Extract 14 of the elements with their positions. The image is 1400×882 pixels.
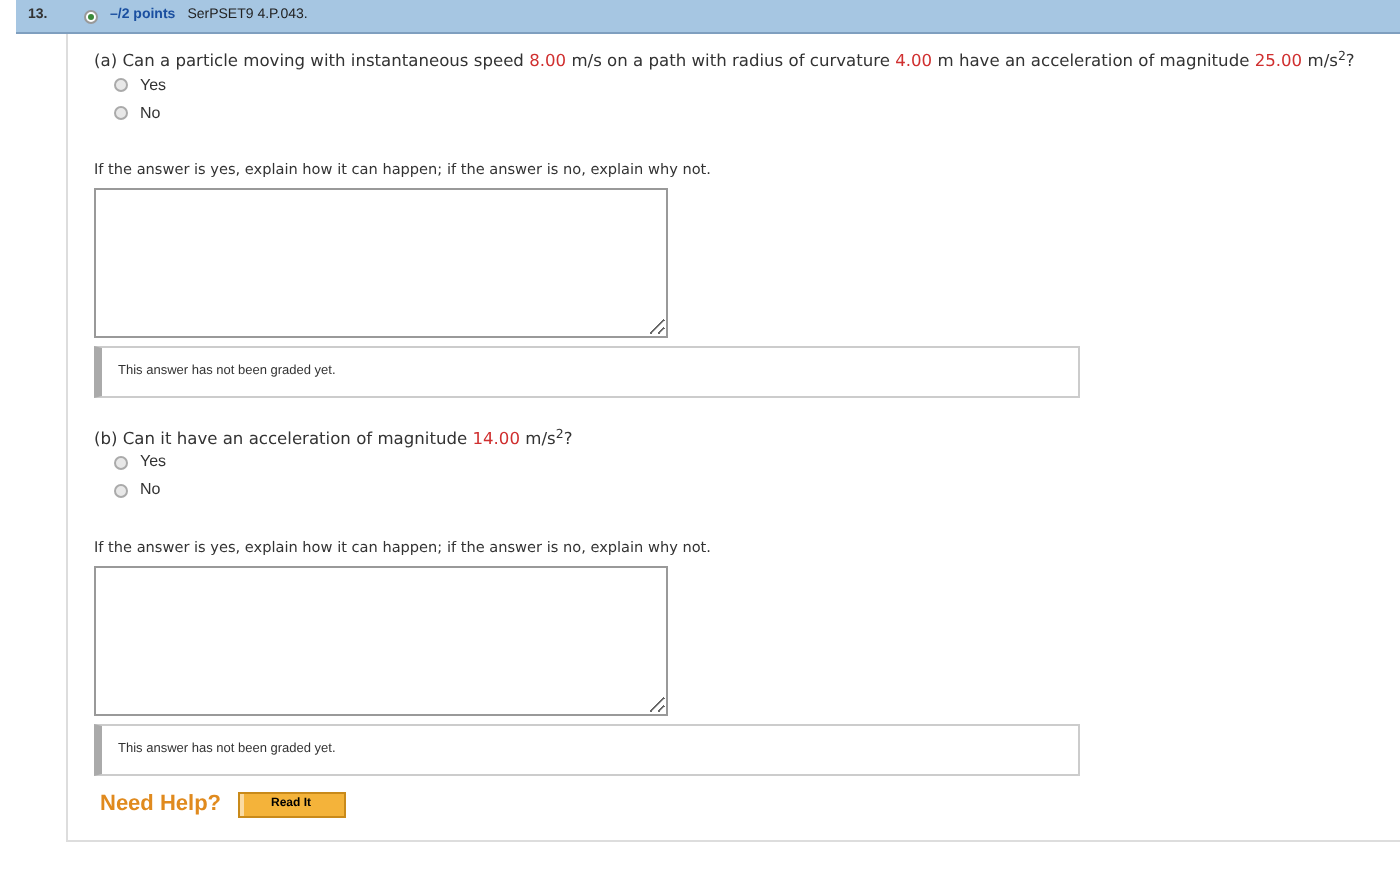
option-label: No (140, 478, 161, 503)
status-dot-icon (84, 9, 98, 23)
answer-box[interactable] (94, 565, 668, 716)
option-label: Yes (140, 73, 167, 97)
question-text: (a) Can a particle moving with instantaneous speed 8.00 m/s on a path with radius of curvature 4.00 m have an acceleration of magnitude 25.00 m/s$^{2}$? (94, 48, 1357, 72)
option-label: Yes (140, 450, 167, 475)
question-text: (b) Can it have an acceleration of magnitude 14.00 m/s$^{2}$? (94, 425, 575, 450)
radio-button[interactable] (114, 483, 128, 498)
radio-button[interactable] (114, 106, 128, 120)
answer-box[interactable] (94, 187, 668, 338)
help-label: Need Help? (100, 789, 222, 820)
radio-button[interactable] (114, 455, 128, 470)
radio-button[interactable] (114, 78, 128, 92)
option-label: No (140, 101, 161, 125)
